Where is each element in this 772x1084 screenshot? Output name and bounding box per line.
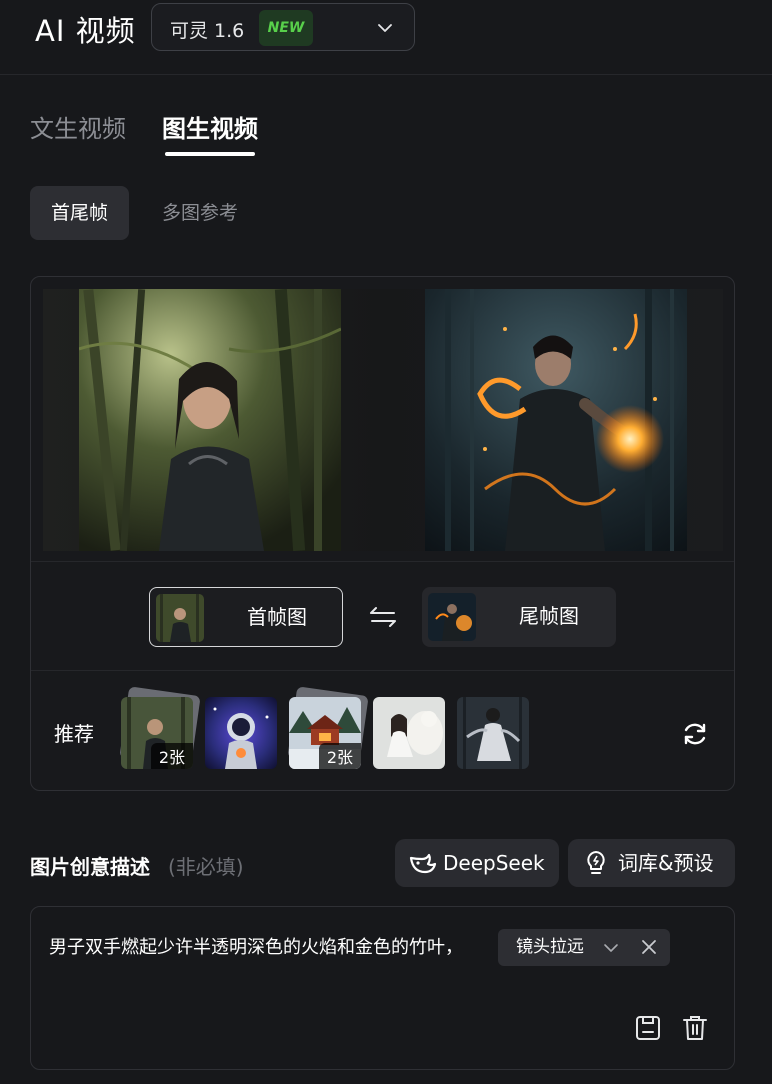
recommend-item-2[interactable] xyxy=(205,697,277,769)
subtab-first-last-frame[interactable]: 首尾帧 xyxy=(30,186,129,240)
camera-motion-tag[interactable]: 镜头拉远 xyxy=(498,929,670,966)
lightbulb-icon xyxy=(587,851,605,874)
last-frame-label: 尾帧图 xyxy=(519,604,579,628)
first-frame-button[interactable]: 首帧图 xyxy=(149,587,343,647)
close-icon[interactable] xyxy=(641,939,657,955)
header: AI 视频 可灵 1.6 NEW xyxy=(0,0,772,75)
swap-icon[interactable] xyxy=(368,603,398,631)
first-frame-thumbnail xyxy=(156,594,204,642)
prompt-input[interactable]: 男子双手燃起少许半透明深色的火焰和金色的竹叶， 镜头拉远 xyxy=(30,906,735,1070)
new-badge: NEW xyxy=(259,10,313,46)
last-frame-thumbnail xyxy=(428,593,476,641)
divider xyxy=(31,561,734,562)
image-count: 2张 xyxy=(318,743,361,769)
recommend-item-5[interactable] xyxy=(457,697,529,769)
model-name: 可灵 1.6 xyxy=(170,20,245,42)
first-frame-label: 首帧图 xyxy=(247,605,307,629)
last-frame-button[interactable]: 尾帧图 xyxy=(422,587,616,647)
image-count: 2张 xyxy=(150,743,193,769)
app-title: AI 视频 xyxy=(35,14,136,48)
deepseek-label: DeepSeek xyxy=(443,851,545,875)
prompt-text[interactable]: 男子双手燃起少许半透明深色的火焰和金色的竹叶， xyxy=(49,933,463,959)
subtab-multi-image-reference[interactable]: 多图参考 xyxy=(140,186,260,240)
recommend-item-1[interactable]: 2张 xyxy=(121,697,193,769)
first-frame-preview[interactable] xyxy=(79,289,341,551)
optional-hint: (非必填) xyxy=(168,855,244,879)
library-presets-button[interactable]: 词库&预设 xyxy=(568,839,735,887)
tab-image-to-video[interactable]: 图生视频 xyxy=(162,109,258,144)
chevron-down-icon xyxy=(378,24,392,32)
refresh-icon[interactable] xyxy=(681,720,709,748)
frame-panel: 首帧图 尾帧图 推荐 2张 2张 xyxy=(30,276,735,791)
model-select[interactable]: 可灵 1.6 NEW xyxy=(151,3,415,51)
whale-icon xyxy=(409,853,437,874)
chevron-down-icon[interactable] xyxy=(603,940,619,956)
description-title: 图片创意描述 xyxy=(30,855,150,879)
camera-motion-label: 镜头拉远 xyxy=(516,937,584,957)
active-tab-indicator xyxy=(165,152,255,156)
recommend-item-4[interactable] xyxy=(373,697,445,769)
deepseek-button[interactable]: DeepSeek xyxy=(395,839,559,887)
recommend-item-3[interactable]: 2张 xyxy=(289,697,361,769)
recommend-label: 推荐 xyxy=(54,722,94,746)
divider xyxy=(31,670,734,671)
save-icon[interactable] xyxy=(635,1015,661,1041)
trash-icon[interactable] xyxy=(682,1014,708,1042)
tab-text-to-video[interactable]: 文生视频 xyxy=(30,109,126,144)
last-frame-preview[interactable] xyxy=(425,289,687,551)
preview-area xyxy=(43,289,723,551)
library-presets-label: 词库&预设 xyxy=(618,851,714,875)
